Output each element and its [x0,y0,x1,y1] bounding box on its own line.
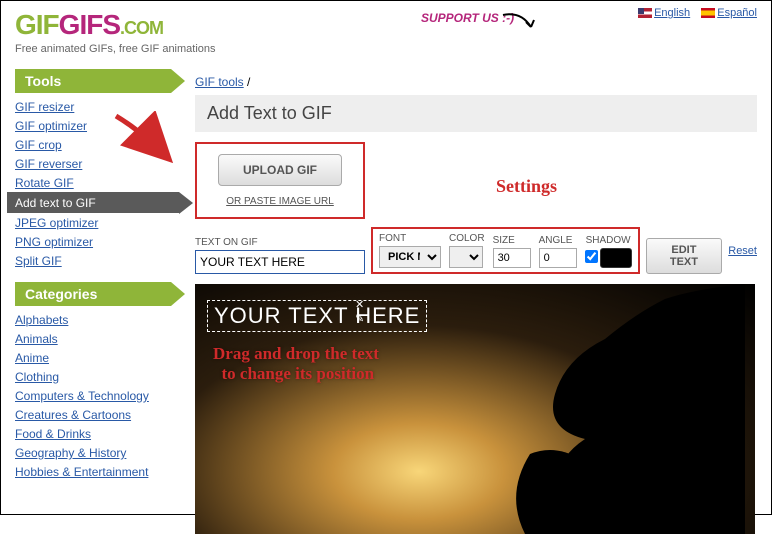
size-input[interactable] [493,248,531,268]
overlay-text-draggable[interactable]: YOUR TEXT HERE [207,300,427,332]
support-arrow-icon [501,9,541,39]
tools-heading: Tools [15,69,171,93]
size-label: SIZE [493,235,531,246]
sidebar-category-link[interactable]: Animals [15,332,58,346]
sidebar-tool-link[interactable]: JPEG optimizer [15,216,98,230]
gif-preview[interactable]: YOUR TEXT HERE ✕ ✎ Drag and drop the tex… [195,284,755,534]
sidebar-tool-link[interactable]: Add text to GIF [15,196,96,210]
sidebar-category-item[interactable]: Alphabets [15,310,171,329]
sidebar-category-link[interactable]: Computers & Technology [15,389,149,403]
settings-annotation: Settings [496,176,557,197]
lang-spanish-link[interactable]: Español [701,7,757,19]
settings-box: FONT PICK ME COLOR SIZE ANGLE SHADOW [371,227,640,274]
breadcrumb-gif-tools[interactable]: GIF tools [195,75,244,89]
sidebar-tool-item[interactable]: Add text to GIF [7,192,179,213]
sidebar-category-item[interactable]: Geography & History [15,443,171,462]
text-on-gif-label: TEXT ON GIF [195,237,365,248]
sidebar-category-item[interactable]: Creatures & Cartoons [15,405,171,424]
categories-heading: Categories [15,282,171,306]
upload-area: UPLOAD GIF OR PASTE IMAGE URL [195,142,365,219]
sidebar-category-item[interactable]: Anime [15,348,171,367]
paste-url-row: OR PASTE IMAGE URL [207,196,353,207]
silhouette-image [405,284,745,534]
annotation-arrow-icon [111,111,181,171]
angle-input[interactable] [539,248,577,268]
sidebar-category-link[interactable]: Hobbies & Entertainment [15,465,148,479]
sidebar-tool-link[interactable]: PNG optimizer [15,235,93,249]
sidebar-tool-link[interactable]: Split GIF [15,254,62,268]
sidebar-category-item[interactable]: Food & Drinks [15,424,171,443]
sidebar-tool-link[interactable]: GIF optimizer [15,119,87,133]
sidebar-tool-link[interactable]: GIF reverser [15,157,82,171]
font-select[interactable]: PICK ME [379,246,441,268]
sidebar-tool-link[interactable]: GIF resizer [15,100,74,114]
shadow-checkbox[interactable] [585,250,598,263]
overlay-close-icon[interactable]: ✕ [355,298,364,311]
language-switcher: English Español [630,7,757,19]
us-flag-icon [638,8,652,18]
sidebar-tool-item[interactable]: Split GIF [15,251,171,270]
drag-annotation: Drag and drop the text to change its pos… [213,344,379,385]
sidebar-category-link[interactable]: Geography & History [15,446,126,460]
shadow-color-swatch[interactable] [600,248,632,268]
reset-link[interactable]: Reset [728,245,757,257]
sidebar-tool-link[interactable]: GIF crop [15,138,62,152]
text-on-gif-input[interactable] [195,250,365,274]
sidebar-tool-link[interactable]: Rotate GIF [15,176,74,190]
color-select[interactable] [449,246,483,268]
sidebar-category-item[interactable]: Hobbies & Entertainment [15,462,171,481]
sidebar-category-item[interactable]: Animals [15,329,171,348]
sidebar-tool-item[interactable]: Rotate GIF [15,173,171,192]
upload-gif-button[interactable]: UPLOAD GIF [218,154,342,186]
page-title: Add Text to GIF [195,95,757,132]
tagline: Free animated GIFs, free GIF animations [15,43,757,55]
angle-label: ANGLE [539,235,577,246]
sidebar-category-link[interactable]: Creatures & Cartoons [15,408,131,422]
sidebar-category-item[interactable]: Clothing [15,367,171,386]
sidebar-category-link[interactable]: Alphabets [15,313,68,327]
paste-image-url-link[interactable]: PASTE IMAGE URL [244,196,334,207]
lang-english-link[interactable]: English [638,7,690,19]
sidebar-category-link[interactable]: Food & Drinks [15,427,91,441]
sidebar-tool-item[interactable]: PNG optimizer [15,232,171,251]
sidebar-category-link[interactable]: Clothing [15,370,59,384]
sidebar-category-item[interactable]: Computers & Technology [15,386,171,405]
font-label: FONT [379,233,441,244]
breadcrumb: GIF tools / [195,69,757,95]
color-label: COLOR [449,233,485,244]
sidebar-category-link[interactable]: Anime [15,351,49,365]
sidebar-tool-item[interactable]: JPEG optimizer [15,213,171,232]
es-flag-icon [701,8,715,18]
edit-text-button[interactable]: EDIT TEXT [646,238,723,274]
overlay-edit-icon[interactable]: ✎ [355,312,364,325]
